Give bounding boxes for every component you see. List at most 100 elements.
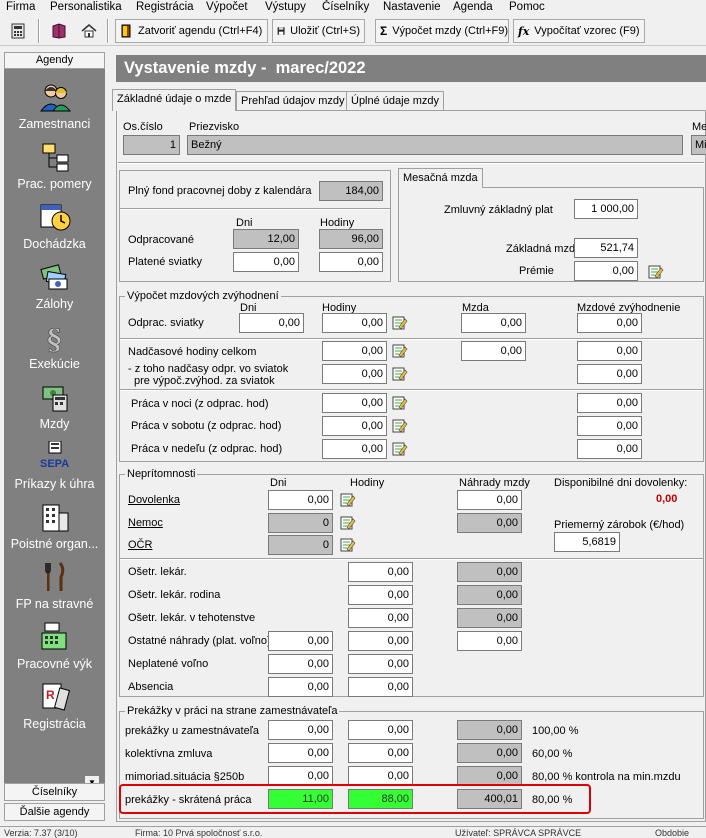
menu-vystupy[interactable]: Výstupy [265,1,306,13]
nedela-zvyh-input[interactable]: 0,00 [577,439,642,459]
calculator-edit-icon[interactable] [392,366,408,382]
nemoc-dni-field: 0 [268,513,333,533]
menu-registracia[interactable]: Registrácia [136,1,194,13]
menu-personalistika[interactable]: Personalistika [50,1,122,13]
calculate-formula-button[interactable]: fx Vypočítať vzorec (F9) [513,19,645,43]
calculator-edit-icon[interactable] [392,418,408,434]
neplatene-volno-dni-input[interactable]: 0,00 [268,654,333,674]
calculate-wage-button[interactable]: Σ Výpočet mzdy (Ctrl+F9) [375,19,509,43]
zmluvny-plat-label: Zmluvný základný plat [444,204,553,216]
tab-prehlad-udajov[interactable]: Prehľad údajov mzdy [236,91,350,111]
sidebar-item-dochadzka[interactable]: Dochádzka [4,197,105,257]
prekazky-row-dni-input[interactable]: 0,00 [268,766,333,786]
prekazky-row-hodiny-input[interactable]: 0,00 [348,766,413,786]
menu-nastavenie[interactable]: Nastavenie [383,1,441,13]
tab-mesacna-mzda[interactable]: Mesačná mzda [398,168,483,188]
sidebar-dalsie-agendy-button[interactable]: Ďalšie agendy [4,803,105,821]
divider [120,208,390,210]
attendance-clock-icon [40,204,71,231]
osetr-lekar-nahrady-field: 0,00 [457,562,522,582]
absencia-label: Absencia [128,681,174,693]
sobota-zvyh-input[interactable]: 0,00 [577,416,642,436]
nadcas-hodiny-input[interactable]: 0,00 [322,341,387,361]
calculator-edit-icon[interactable] [648,264,664,280]
sidebar-item-prikazy[interactable]: SEPA Príkazy k úhra [4,437,105,497]
ztoho-sviatok-hodiny-input[interactable]: 0,00 [322,364,387,384]
sidebar-item-zalohy[interactable]: Zálohy [4,257,105,317]
osetr-rodina-hodiny-input[interactable]: 0,00 [348,585,413,605]
divider [118,162,704,164]
tab-zakladne-udaje[interactable]: Základné údaje o mzde [112,89,237,111]
nadcas-zvyh-input[interactable]: 0,00 [577,341,642,361]
prekazky-row-hodiny-input[interactable]: 0,00 [348,720,413,740]
ostatne-nahrady-dni-input[interactable]: 0,00 [268,631,333,651]
banknotes-icon [40,264,68,290]
calculator-edit-icon[interactable] [392,441,408,457]
ostatne-nahrady-nahrady-input[interactable]: 0,00 [457,631,522,651]
sobota-hodiny-input[interactable]: 0,00 [322,416,387,436]
calculator-edit-icon[interactable] [340,515,356,531]
prekazky-row-dni-input[interactable]: 0,00 [268,720,333,740]
zakladna-mzda-input[interactable]: 521,74 [574,238,638,258]
odprac-sviatky-hodiny-input[interactable]: 0,00 [322,313,387,333]
menu-vypocet[interactable]: Výpočet [206,1,248,13]
sidebar-item-poistne[interactable]: Poistné organ... [4,497,105,557]
nemoc-label[interactable]: Nemoc [128,517,163,529]
odprac-sviatky-mzda-input[interactable]: 0,00 [461,313,526,333]
book-button[interactable] [46,19,72,43]
sidebar-item-fp-stravne[interactable]: FP na stravné [4,557,105,617]
menu-pomoc[interactable]: Pomoc [509,1,545,13]
platene-sviatky-hodiny-input[interactable]: 0,00 [319,252,383,272]
menu-ciselniky[interactable]: Číselníky [322,1,369,13]
odprac-sviatky-dni-input[interactable]: 0,00 [239,313,304,333]
tab-uplne-udaje[interactable]: Úplné údaje mzdy [346,91,445,111]
home-button[interactable] [76,19,102,43]
prekazky-row-hodiny-input[interactable]: 0,00 [348,743,413,763]
os-cislo-field: 1 [123,135,180,155]
calculator-button[interactable] [4,19,32,43]
calculator-icon [11,23,25,39]
odprac-sviatky-zvyh-input[interactable]: 0,00 [577,313,642,333]
calculator-edit-icon[interactable] [340,492,356,508]
prekazky-row-dni-input[interactable]: 0,00 [268,743,333,763]
noc-hodiny-input[interactable]: 0,00 [322,393,387,413]
dovolenka-dni-input[interactable]: 0,00 [268,490,333,510]
osetr-tehot-hodiny-input[interactable]: 0,00 [348,608,413,628]
menu-firma[interactable]: Firma [6,1,35,13]
sidebar-item-exekucie[interactable]: § Exekúcie [4,317,105,377]
sidebar-item-mzdy[interactable]: Mzdy [4,377,105,437]
sidebar-ciselniky-button[interactable]: Číselníky [4,783,105,801]
sidebar-label: Exekúcie [29,357,80,371]
calculator-edit-icon[interactable] [392,343,408,359]
nadcas-mzda-input[interactable]: 0,00 [461,341,526,361]
ostatne-nahrady-hodiny-input[interactable]: 0,00 [348,631,413,651]
sidebar-item-prac-pomery[interactable]: Prac. pomery [4,137,105,197]
nedela-hodiny-input[interactable]: 0,00 [322,439,387,459]
dovolenka-nahrady-input[interactable]: 0,00 [457,490,522,510]
ztoho-sviatok-zvyh-input[interactable]: 0,00 [577,364,642,384]
premie-input[interactable]: 0,00 [574,261,638,281]
platene-sviatky-dni-input[interactable]: 0,00 [233,252,299,272]
zakladna-mzda-label: Základná mzda [506,243,582,255]
absencia-dni-input[interactable]: 0,00 [268,677,333,697]
sidebar-item-registracia[interactable]: R Registrácia [4,677,105,737]
ocr-label[interactable]: OČR [128,539,152,551]
zmluvny-plat-input[interactable]: 1 000,00 [574,199,638,219]
noc-zvyh-input[interactable]: 0,00 [577,393,642,413]
neplatene-volno-hodiny-input[interactable]: 0,00 [348,654,413,674]
calculator-edit-icon[interactable] [392,395,408,411]
save-button[interactable]: Uložiť (Ctrl+S) [272,19,365,43]
prekazky-row-label: prekážky u zamestnávateľa [125,725,260,737]
osetr-lekar-hodiny-input[interactable]: 0,00 [348,562,413,582]
calculator-edit-icon[interactable] [340,537,356,553]
sidebar-item-pracovne-vykazy[interactable]: Pracovné výk [4,617,105,677]
priemerny-zarobok-input[interactable]: 5,6819 [554,532,620,552]
sidebar-item-zamestnanci[interactable]: Zamestnanci [4,77,105,137]
floppy-disk-icon [277,27,285,35]
absencia-hodiny-input[interactable]: 0,00 [348,677,413,697]
sidebar-label: Prac. pomery [17,177,92,191]
menu-agenda[interactable]: Agenda [453,1,493,13]
calculator-edit-icon[interactable] [392,315,408,331]
close-agenda-button[interactable]: Zatvoriť agendu (Ctrl+F4) [115,19,268,43]
dovolenka-label[interactable]: Dovolenka [128,494,180,506]
